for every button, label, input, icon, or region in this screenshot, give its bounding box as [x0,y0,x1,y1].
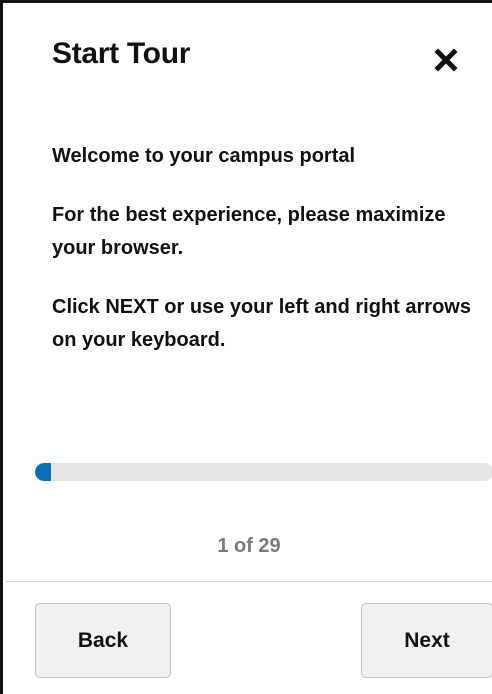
welcome-message: Welcome to your campus portal [52,145,356,167]
navigation-message: Click NEXT or use your left and right ar… [52,296,471,351]
footer-divider [6,581,492,582]
step-counter: 1 of 29 [217,535,281,557]
dialog-header: Start Tour [52,39,462,83]
tour-dialog: Start Tour Welcome to your campus portal… [0,0,492,694]
back-button[interactable]: Back [35,603,171,678]
dialog-title: Start Tour [52,37,191,70]
progress-track [35,463,492,481]
progress-fill [35,463,51,481]
close-icon [432,46,462,74]
browser-message: For the best experience, please maximize… [52,204,446,259]
next-button[interactable]: Next [361,603,492,678]
close-button[interactable] [432,45,462,75]
tour-message: Welcome to your campus portal For the be… [52,140,482,383]
